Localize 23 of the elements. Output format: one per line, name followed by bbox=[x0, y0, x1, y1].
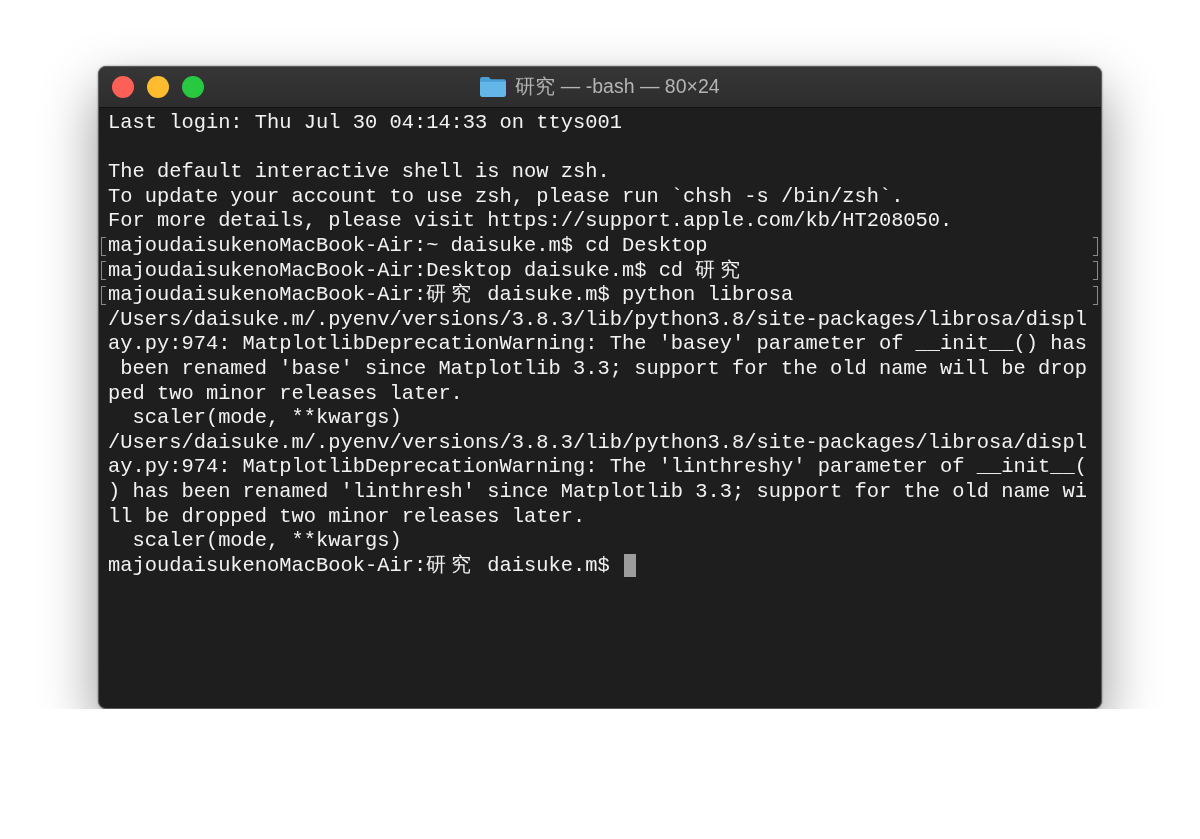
terminal-line: ped two minor releases later. bbox=[108, 381, 463, 407]
window-title: 研究 — -bash — 80×24 bbox=[515, 74, 720, 100]
minimize-button[interactable] bbox=[147, 76, 169, 98]
terminal-line: majoudaisukenoMacBook-Air:~ daisuke.m$ cd Desktop bbox=[108, 233, 708, 259]
terminal-line: Last login: Thu Jul 30 04:14:33 on ttys001 bbox=[108, 111, 622, 136]
terminal-line: ay.py:974: MatplotlibDeprecationWarning: The 'basey' parameter of __init__() has bbox=[108, 332, 1087, 357]
terminal-line: scaler(mode, **kwargs) bbox=[131, 529, 402, 554]
terminal-line: ll be dropped two minor releases later. bbox=[108, 504, 586, 530]
terminal-line: ) has been renamed 'linthresh' since Matplotlib 3.3; support for the old name wi bbox=[108, 479, 1087, 505]
terminal-line: ay.py:974: MatplotlibDeprecationWarning: The 'linthreshy' parameter of __init__( bbox=[108, 455, 1087, 480]
terminal-line: To update your account to use zsh, please run `chsh -s /bin/zsh`. bbox=[108, 184, 904, 210]
zoom-button[interactable] bbox=[182, 76, 204, 98]
terminal-line: /Users/daisuke.m/.pyenv/versions/3.8.3/lib/python3.8/site-packages/librosa/displ bbox=[108, 430, 1087, 456]
terminal-line: majoudaisukenoMacBook-Air:Desktop daisuke.m$ cd 研究 bbox=[108, 258, 741, 283]
terminal-line: been renamed 'base' since Matplotlib 3.3; support for the old name will be drop bbox=[119, 356, 1087, 382]
terminal-line: /Users/daisuke.m/.pyenv/versions/3.8.3/lib/python3.8/site-packages/librosa/displ bbox=[108, 307, 1087, 333]
terminal-line: The default interactive shell is now zsh. bbox=[108, 160, 610, 185]
folder-icon bbox=[480, 77, 507, 97]
terminal-line: For more details, please visit https://support.apple.com/kb/HT208050. bbox=[108, 209, 953, 234]
terminal-line: scaler(mode, **kwargs) bbox=[131, 406, 402, 431]
terminal-line: majoudaisukenoMacBook-Air:研究 daisuke.m$ bbox=[108, 553, 610, 579]
close-button[interactable] bbox=[112, 76, 134, 98]
terminal-line: majoudaisukenoMacBook-Air:研究 daisuke.m$ python librosa bbox=[108, 283, 794, 308]
